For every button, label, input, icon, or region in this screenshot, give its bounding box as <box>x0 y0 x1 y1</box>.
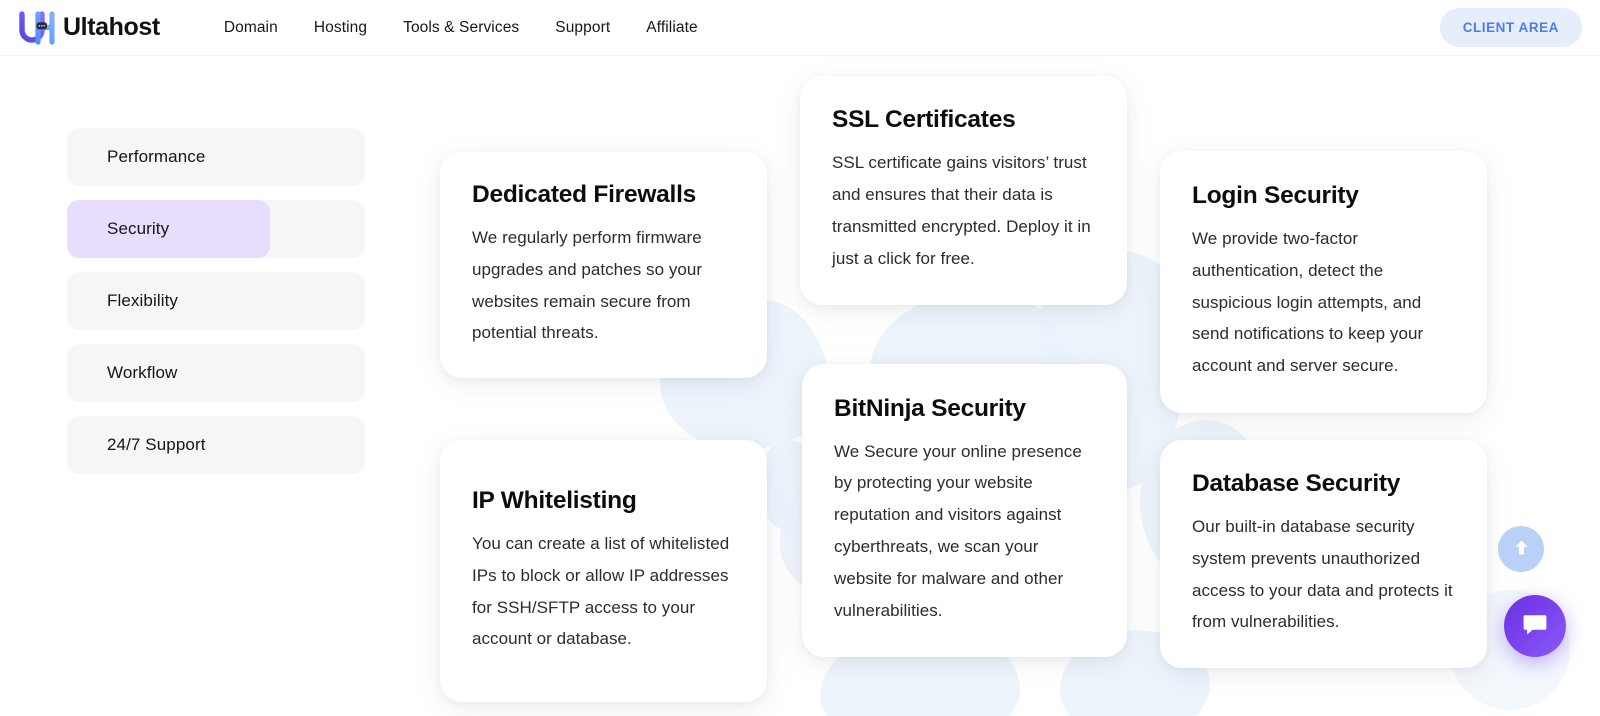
client-area-button[interactable]: CLIENT AREA <box>1439 8 1582 47</box>
tab-label: Workflow <box>107 363 178 382</box>
tab-workflow[interactable]: Workflow <box>67 344 365 402</box>
feature-category-tabs: Performance Security Flexibility Workflo… <box>67 128 365 488</box>
card-title: Dedicated Firewalls <box>472 180 697 208</box>
brand-name: Ultahost <box>63 13 160 41</box>
card-body: We regularly perform firmware upgrades a… <box>472 227 703 343</box>
card-body: You can create a list of whitelisted IPs… <box>472 533 730 649</box>
ultahost-uh-monogram-icon <box>18 10 60 45</box>
chat-bubble-icon <box>1522 613 1548 640</box>
scroll-to-top-button[interactable] <box>1498 526 1544 572</box>
card-body: We provide two-factor authentication, de… <box>1192 229 1424 376</box>
tab-label: 24/7 Support <box>107 435 206 454</box>
tab-label: Performance <box>107 147 206 166</box>
feature-card-login-security: Login Security We provide two-factor aut… <box>1160 151 1487 413</box>
nav-item-support[interactable]: Support <box>555 19 610 37</box>
primary-nav: Domain Hosting Tools & Services Support … <box>224 19 698 37</box>
card-body: Our built-in database security system pr… <box>1192 516 1453 632</box>
tab-label: Security <box>107 219 170 238</box>
feature-card-ssl-certificates: SSL Certificates SSL certificate gains v… <box>800 76 1127 305</box>
page-root: Ultahost Domain Hosting Tools & Services… <box>0 0 1600 716</box>
nav-item-domain[interactable]: Domain <box>224 19 278 37</box>
card-body: SSL certificate gains visitors’ trust an… <box>832 153 1091 268</box>
chat-widget-button[interactable] <box>1504 595 1566 657</box>
card-title: Login Security <box>1192 182 1359 210</box>
tab-247-support[interactable]: 24/7 Support <box>67 416 365 474</box>
nav-item-affiliate[interactable]: Affiliate <box>646 19 697 37</box>
tab-security[interactable]: Security <box>67 200 365 258</box>
nav-item-hosting[interactable]: Hosting <box>314 19 367 37</box>
brand-logo-link[interactable]: Ultahost <box>18 10 160 45</box>
feature-card-ip-whitelisting: IP Whitelisting You can create a list of… <box>440 440 767 702</box>
feature-card-database-security: Database Security Our built-in database … <box>1160 440 1487 668</box>
card-title: BitNinja Security <box>834 394 1026 422</box>
tab-flexibility[interactable]: Flexibility <box>67 272 365 330</box>
arrow-up-icon <box>1513 538 1530 560</box>
card-title: IP Whitelisting <box>472 486 637 514</box>
card-body: We Secure your online presence by protec… <box>834 441 1082 620</box>
nav-item-tools-and-services[interactable]: Tools & Services <box>403 19 519 37</box>
feature-card-bitninja-security: BitNinja Security We Secure your online … <box>802 364 1127 657</box>
card-title: SSL Certificates <box>832 106 1016 134</box>
tab-performance[interactable]: Performance <box>67 128 365 186</box>
feature-card-dedicated-firewalls: Dedicated Firewalls We regularly perform… <box>440 152 767 378</box>
site-header: Ultahost Domain Hosting Tools & Services… <box>0 0 1600 56</box>
tab-label: Flexibility <box>107 291 179 310</box>
card-title: Database Security <box>1192 469 1401 497</box>
